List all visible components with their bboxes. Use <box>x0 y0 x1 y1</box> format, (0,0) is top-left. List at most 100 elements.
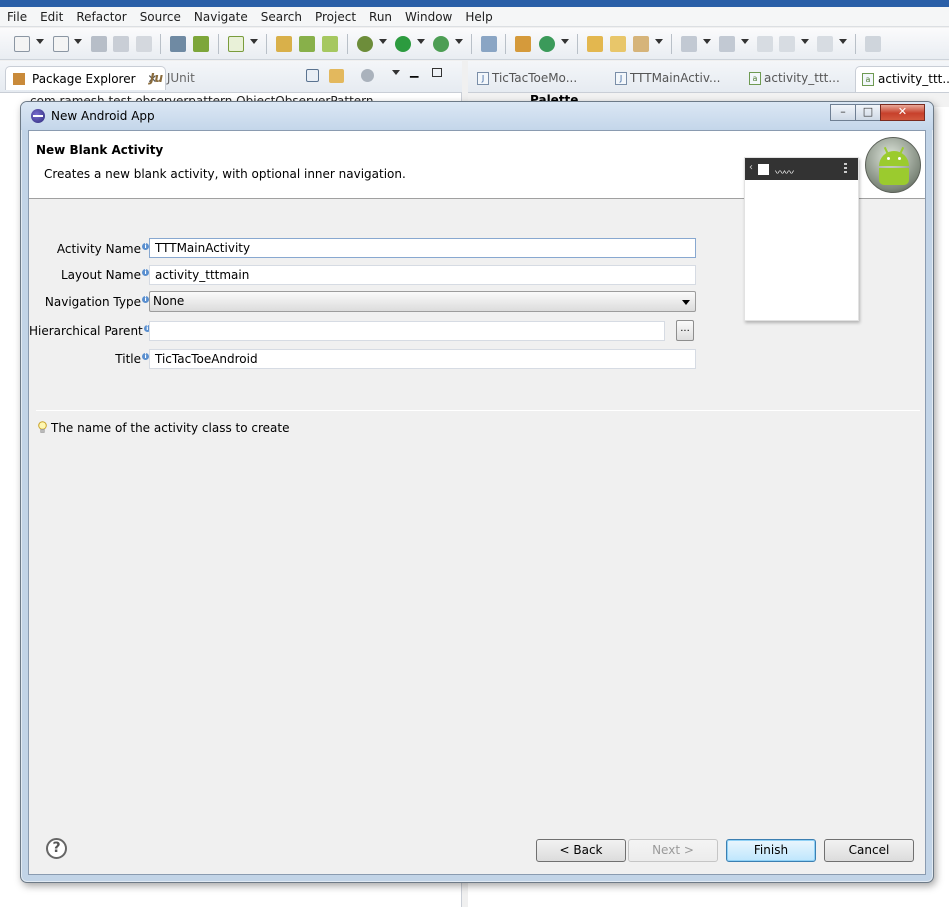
save-icon[interactable] <box>91 36 107 52</box>
new-junit-test-icon[interactable] <box>299 36 315 52</box>
next-button[interactable]: Next > <box>628 839 718 862</box>
toolbar-separator <box>577 34 578 54</box>
open-type-icon[interactable] <box>587 36 603 52</box>
maximize-view-icon[interactable] <box>432 68 442 77</box>
new-icon[interactable] <box>14 36 30 52</box>
toolbar-separator <box>505 34 506 54</box>
link-with-editor-icon[interactable] <box>329 69 344 83</box>
menu-source[interactable]: Source <box>133 7 187 27</box>
menu-help[interactable]: Help <box>458 7 498 27</box>
menu-bar: File Edit Refactor Source Navigate Searc… <box>0 7 949 27</box>
wizard-page-title: New Blank Activity <box>36 143 164 157</box>
view-menu-icon[interactable] <box>392 70 400 75</box>
android-eye <box>887 157 890 160</box>
focus-task-icon[interactable] <box>361 69 374 82</box>
save-all-icon[interactable] <box>113 36 129 52</box>
run-dropdown-icon[interactable] <box>417 39 425 44</box>
pin-editor-icon[interactable] <box>865 36 881 52</box>
editor-tab-activity-layout-active[interactable]: a activity_ttt... <box>855 66 949 92</box>
navigation-type-select[interactable]: None <box>149 291 696 312</box>
menu-file[interactable]: File <box>0 7 33 27</box>
last-edit-location-icon[interactable] <box>757 36 773 52</box>
new-project-icon[interactable] <box>53 36 69 52</box>
activity-preview-thumbnail: ‹ 〰〰 <box>744 157 859 321</box>
debug-icon[interactable] <box>357 36 373 52</box>
minimize-button[interactable]: – <box>830 104 856 121</box>
cancel-button[interactable]: Cancel <box>824 839 914 862</box>
activity-name-input[interactable]: TTTMainActivity <box>149 238 696 258</box>
maximize-button[interactable]: □ <box>855 104 881 121</box>
window-controls: – □ ✕ <box>830 104 925 122</box>
new-package-icon[interactable] <box>515 36 531 52</box>
finish-button[interactable]: Finish <box>726 839 816 862</box>
toolbar-separator <box>266 34 267 54</box>
new-android-xml-icon[interactable] <box>322 36 338 52</box>
new-dropdown-icon[interactable] <box>36 39 44 44</box>
search-icon[interactable] <box>633 36 649 52</box>
editor-tab-tttmainactivity[interactable]: J TTTMainActiv... <box>612 68 720 90</box>
lint-dropdown-icon[interactable] <box>250 39 258 44</box>
menu-window[interactable]: Window <box>398 7 458 27</box>
back-dropdown-icon[interactable] <box>801 39 809 44</box>
next-annotation-dropdown-icon[interactable] <box>703 39 711 44</box>
toolbar-separator <box>471 34 472 54</box>
toolbar-separator <box>855 34 856 54</box>
debug-dropdown-icon[interactable] <box>379 39 387 44</box>
tab-package-explorer[interactable]: Package Explorer ✕ <box>5 66 167 90</box>
menu-refactor[interactable]: Refactor <box>69 7 132 27</box>
xml-layout-file-icon: a <box>749 72 761 85</box>
menu-project[interactable]: Project <box>308 7 362 27</box>
sdk-manager-icon[interactable] <box>170 36 186 52</box>
help-button[interactable]: ? <box>46 838 67 859</box>
hierarchical-parent-input[interactable] <box>149 321 665 341</box>
lint-check-icon[interactable] <box>228 36 244 52</box>
main-toolbar <box>0 28 949 60</box>
forward-arrow-icon[interactable] <box>817 36 833 52</box>
new-project-dropdown-icon[interactable] <box>74 39 82 44</box>
previous-annotation-dropdown-icon[interactable] <box>741 39 749 44</box>
skip-breakpoints-icon[interactable] <box>481 36 497 52</box>
menu-navigate[interactable]: Navigate <box>187 7 254 27</box>
chevron-down-icon <box>682 300 690 305</box>
new-android-app-dialog: New Android App – □ ✕ New Blank Activity… <box>20 101 934 883</box>
back-arrow-icon[interactable] <box>779 36 795 52</box>
menu-search[interactable]: Search <box>254 7 308 27</box>
java-file-icon: J <box>615 72 627 85</box>
open-task-icon[interactable] <box>610 36 626 52</box>
run-icon[interactable] <box>395 36 411 52</box>
editor-tabs: J TicTacToeMo... J TTTMainActiv... a act… <box>468 61 949 93</box>
new-class-icon[interactable] <box>539 36 555 52</box>
print-icon[interactable] <box>136 36 152 52</box>
avd-manager-icon[interactable] <box>193 36 209 52</box>
dialog-body: New Blank Activity Creates a new blank a… <box>28 130 926 875</box>
run-external-tools-icon[interactable] <box>433 36 449 52</box>
previous-annotation-icon[interactable] <box>719 36 735 52</box>
app-icon-placeholder <box>758 164 769 175</box>
menu-run[interactable]: Run <box>362 7 398 27</box>
activity-name-label: Activity Name i <box>29 242 149 256</box>
tab-junit[interactable]: Ju JUnit <box>150 66 195 90</box>
editor-tab-activity-layout[interactable]: a activity_ttt... <box>746 68 840 90</box>
close-button[interactable]: ✕ <box>880 104 925 121</box>
collapse-all-icon[interactable] <box>306 69 319 82</box>
wizard-page-description: Creates a new blank activity, with optio… <box>44 167 406 181</box>
editor-tab-tictactoemodel[interactable]: J TicTacToeMo... <box>474 68 577 90</box>
minimize-view-icon[interactable]: ▁ <box>410 65 418 78</box>
title-input[interactable]: TicTacToeAndroid <box>149 349 696 369</box>
new-android-project-icon[interactable] <box>276 36 292 52</box>
forward-dropdown-icon[interactable] <box>839 39 847 44</box>
layout-name-input[interactable]: activity_tttmain <box>149 265 696 285</box>
back-button[interactable]: < Back <box>536 839 626 862</box>
android-head <box>879 151 909 166</box>
new-class-dropdown-icon[interactable] <box>561 39 569 44</box>
external-tools-dropdown-icon[interactable] <box>455 39 463 44</box>
xml-layout-file-icon: a <box>862 73 874 86</box>
dialog-title-bar[interactable]: New Android App – □ ✕ <box>21 102 933 130</box>
next-annotation-icon[interactable] <box>681 36 697 52</box>
info-icon: i <box>142 243 149 250</box>
junit-icon: Ju <box>150 71 164 85</box>
search-dropdown-icon[interactable] <box>655 39 663 44</box>
package-explorer-icon <box>13 73 25 85</box>
browse-parent-button[interactable]: ... <box>676 320 694 341</box>
menu-edit[interactable]: Edit <box>33 7 69 27</box>
